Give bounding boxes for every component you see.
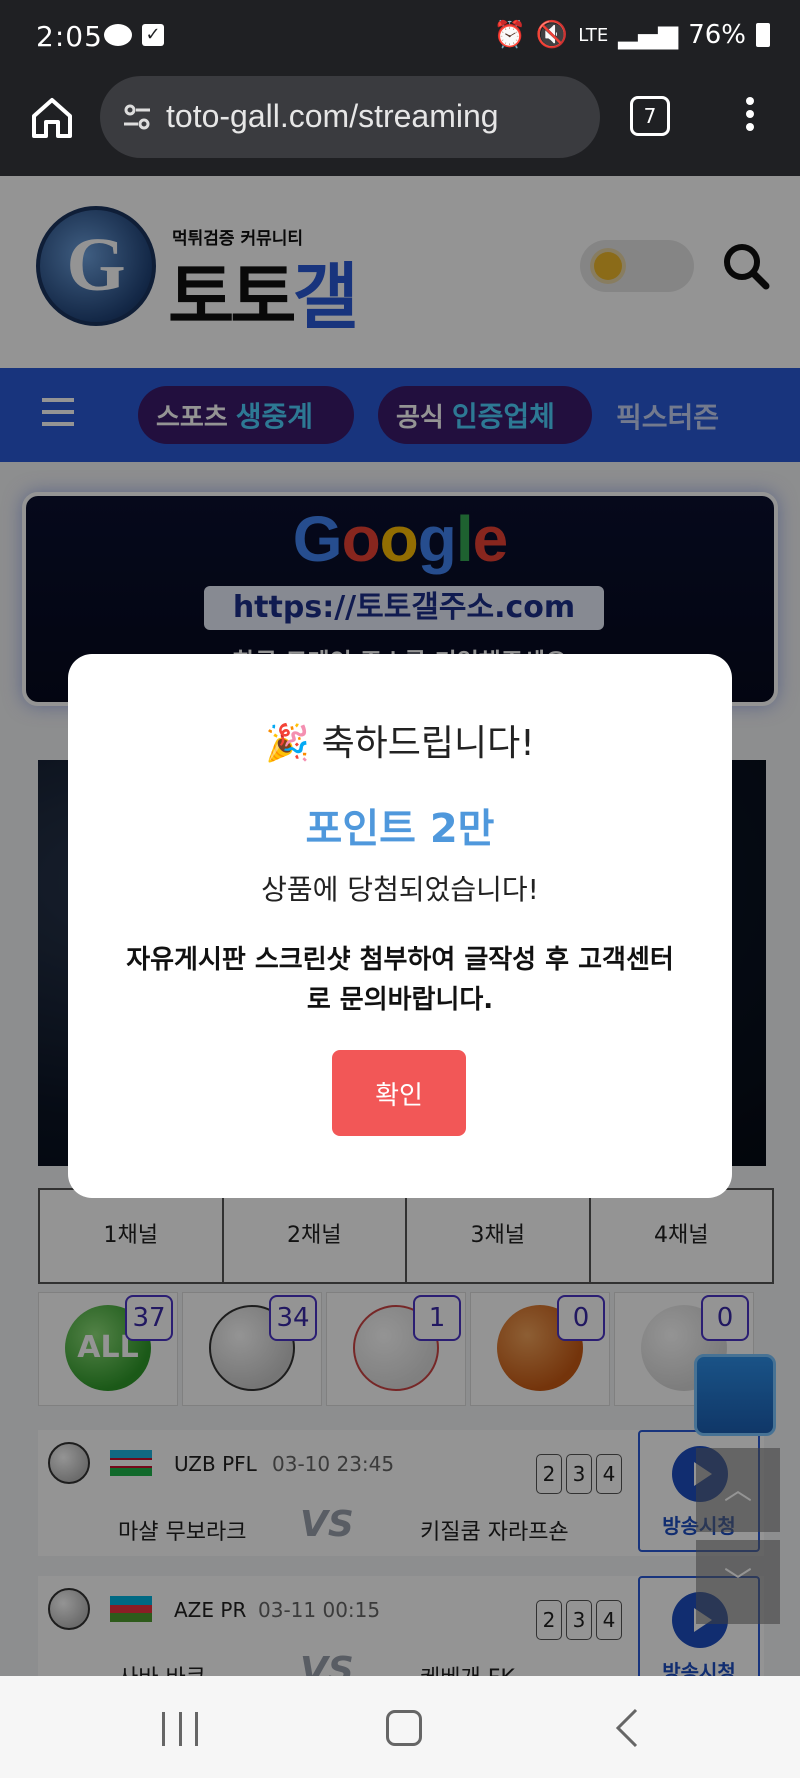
status-icons: ⏰ 🔇 LTE ▂▄▆ 76%	[494, 20, 770, 50]
site-settings-icon[interactable]	[122, 102, 152, 132]
battery-icon	[756, 23, 770, 47]
home-button-icon[interactable]	[386, 1710, 422, 1746]
prize-won-text: 상품에 당첨되었습니다!	[261, 873, 539, 906]
address-bar[interactable]: toto-gall.com/streaming	[100, 76, 600, 158]
battery-label: 76%	[688, 20, 746, 50]
signal-icon: ▂▄▆	[618, 20, 679, 50]
modal-instructions: 자유게시판 스크린샷 첨부하여 글작성 후 고객센터로 문의바랍니다.	[126, 945, 674, 1015]
status-time: 2:05	[36, 20, 103, 53]
browser-toolbar: toto-gall.com/streaming 7	[0, 72, 800, 176]
modal-title-text: 축하드립니다!	[321, 723, 535, 764]
alarm-icon: ⏰	[493, 20, 526, 50]
modal-title: 🎉 축하드립니다!	[68, 714, 732, 766]
more-menu-icon[interactable]	[740, 92, 760, 142]
mute-icon: 🔇	[535, 20, 569, 50]
checkbox-notification-icon: ✓	[142, 24, 164, 46]
tab-switcher-button[interactable]: 7	[630, 96, 670, 136]
prize-points: 포인트 2만	[305, 806, 495, 852]
home-icon[interactable]	[28, 94, 76, 142]
party-popper-icon: 🎉	[265, 723, 311, 764]
confirm-button[interactable]: 확인	[332, 1050, 466, 1136]
system-nav-bar	[0, 1676, 800, 1778]
prize-modal: 🎉 축하드립니다! 포인트 2만 상품에 당첨되었습니다! 자유게시판 스크린샷…	[68, 654, 732, 1198]
network-label: LTE	[578, 24, 609, 46]
url-text[interactable]: toto-gall.com/streaming	[166, 98, 499, 135]
recent-apps-icon[interactable]	[162, 1712, 198, 1746]
back-icon[interactable]	[612, 1706, 642, 1750]
status-bar: 2:05 ✓ ⏰ 🔇 LTE ▂▄▆ 76%	[0, 0, 800, 72]
talk-notification-icon	[104, 24, 132, 46]
